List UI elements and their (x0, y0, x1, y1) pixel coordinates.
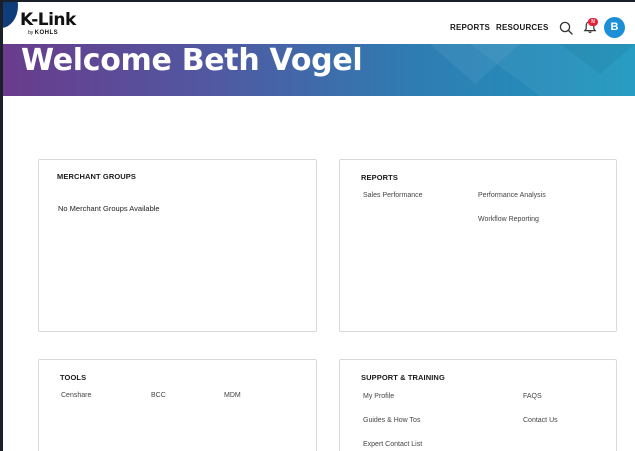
logo-prefix: by (28, 30, 34, 36)
support-link-faqs[interactable]: FAQS (523, 392, 542, 401)
support-link-contact-us[interactable]: Contact Us (523, 416, 558, 425)
logo-subtitle: by KOHLS (28, 30, 58, 36)
tool-link-mdm[interactable]: MDM (224, 391, 241, 400)
support-link-my-profile[interactable]: My Profile (363, 392, 394, 401)
merchant-groups-empty-text: No Merchant Groups Available (58, 204, 160, 213)
support-training-title: SUPPORT & TRAINING (361, 373, 445, 382)
reports-card: REPORTS Sales Performance Performance An… (339, 159, 617, 332)
support-link-expert-contact-list[interactable]: Expert Contact List (363, 440, 422, 449)
report-link-workflow-reporting[interactable]: Workflow Reporting (478, 215, 539, 224)
tools-title: TOOLS (60, 373, 87, 382)
support-training-card: SUPPORT & TRAINING My Profile FAQS Guide… (339, 359, 617, 451)
reports-title: REPORTS (361, 173, 398, 182)
merchant-groups-title: MERCHANT GROUPS (57, 172, 137, 181)
search-icon[interactable] (559, 21, 573, 35)
nav-resources-link[interactable]: RESOURCES (496, 23, 548, 33)
tool-link-bcc[interactable]: BCC (151, 391, 166, 400)
top-navigation-bar: K-Link by KOHLS REPORTS RESOURCES N B (0, 0, 635, 44)
report-link-performance-analysis[interactable]: Performance Analysis (478, 191, 546, 200)
logo-wordmark: K-Link (20, 10, 76, 30)
support-link-guides-how-tos[interactable]: Guides & How Tos (363, 416, 420, 425)
logo-brand: KOHLS (34, 30, 59, 36)
notification-badge: N (588, 18, 598, 26)
merchant-groups-card: MERCHANT GROUPS No Merchant Groups Avail… (38, 159, 317, 332)
user-avatar[interactable]: B (604, 17, 625, 38)
tools-card: TOOLS Censhare BCC MDM (38, 359, 317, 451)
report-link-sales-performance[interactable]: Sales Performance (363, 191, 423, 200)
klink-logo[interactable]: K-Link by KOHLS (20, 12, 82, 38)
tool-link-censhare[interactable]: Censhare (61, 391, 91, 400)
welcome-banner: Welcome Beth Vogel (0, 44, 635, 96)
nav-reports-link[interactable]: REPORTS (450, 23, 490, 33)
welcome-title: Welcome Beth Vogel (21, 44, 363, 78)
